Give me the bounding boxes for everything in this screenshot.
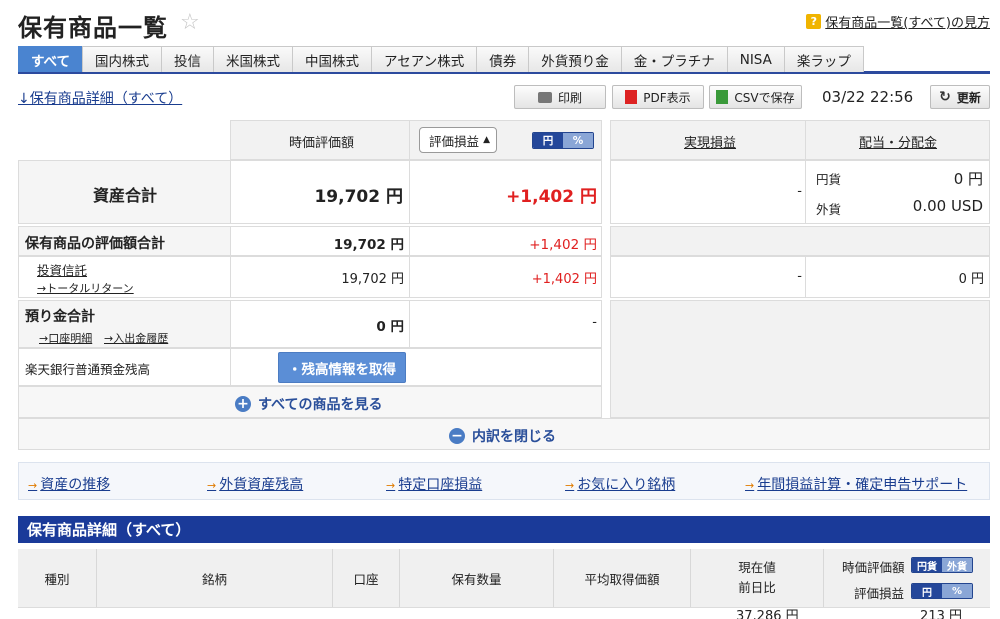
summary-header-realized: 実現損益 — [610, 120, 806, 160]
detail-anchor-link[interactable]: ↓保有商品詳細（すべて） — [18, 88, 182, 108]
updown-arrow-icon: ▲ — [483, 135, 490, 145]
minus-circle-icon: − — [449, 428, 465, 444]
tab-gold-platinum[interactable]: 金・プラチナ — [620, 46, 728, 72]
refresh-button[interactable]: ↻ 更新 — [930, 85, 990, 109]
star-icon[interactable]: ☆ — [180, 10, 200, 35]
see-all-link[interactable]: + すべての商品を見る — [235, 394, 382, 414]
timestamp: 03/22 22:56 — [822, 88, 914, 106]
total-assets-gain: +1,402 円 — [506, 187, 597, 207]
tab-fx-deposits[interactable]: 外貨預り金 — [528, 46, 622, 72]
toggle-percent[interactable]: % — [563, 133, 593, 148]
summary-header-dividend: 配当・分配金 — [805, 120, 990, 160]
col-value-gain: 時価評価額 円貨 外貨 評価損益 円 % — [824, 549, 990, 607]
holdings-total-gain-cell: +1,402 円 — [409, 226, 602, 256]
help-link-group[interactable]: ? 保有商品一覧(すべて)の見方 — [806, 12, 990, 31]
trust-dividend-cell: 0 円 — [805, 256, 990, 298]
bank-label-cell: 楽天銀行普通預金残高 — [18, 348, 231, 386]
realized-gain-link[interactable]: 実現損益 — [684, 132, 736, 151]
summary-header-market-value: 時価評価額 — [230, 120, 410, 160]
trust-realized-cell: - — [610, 256, 806, 298]
close-breakdown-link[interactable]: − 内訳を閉じる — [449, 426, 556, 446]
tab-asean-stocks[interactable]: アセアン株式 — [371, 46, 478, 72]
csv-button[interactable]: CSVで保存 — [709, 85, 802, 109]
deposit-label-cell: 預り金合計 →口座明細 →入出金履歴 — [18, 300, 231, 348]
holdings-total-value-cell: 19,702 円 — [230, 226, 410, 256]
tab-nisa[interactable]: NISA — [726, 46, 785, 72]
pdf-icon — [625, 90, 638, 104]
value-currency-toggle[interactable]: 円貨 外貨 — [911, 557, 973, 573]
trust-link[interactable]: 投資信託 — [37, 260, 87, 279]
link-specific-account[interactable]: → 特定口座損益 — [386, 474, 482, 494]
pdf-button[interactable]: PDF表示 — [612, 85, 704, 109]
holdings-total-empty — [610, 226, 990, 256]
total-assets-value: 19,702 円 — [314, 187, 403, 207]
trust-gain-cell: +1,402 円 — [409, 256, 602, 298]
printer-icon — [537, 91, 552, 103]
help-icon: ? — [806, 14, 822, 29]
unit-toggle[interactable]: 円 % — [532, 132, 594, 149]
col-price-change: 現在値 前日比 — [691, 549, 824, 607]
gain-unit-toggle[interactable]: 円 % — [911, 583, 973, 599]
see-all-row[interactable]: + すべての商品を見る — [18, 386, 602, 418]
deposit-empty-right — [610, 300, 990, 418]
csv-icon — [716, 90, 729, 104]
col-type: 種別 — [18, 549, 97, 607]
total-assets-value-cell: 19,702 円 — [230, 160, 410, 224]
col-account: 口座 — [333, 549, 400, 607]
link-fx-assets[interactable]: → 外貨資産残高 — [207, 474, 303, 494]
close-breakdown-row[interactable]: − 内訳を閉じる — [18, 418, 990, 450]
refresh-icon: ↻ — [939, 89, 951, 105]
tab-china-stocks[interactable]: 中国株式 — [292, 46, 373, 72]
link-tax-support[interactable]: → 年間損益計算・確定申告サポート — [745, 474, 967, 494]
holdings-total-label-cell: 保有商品の評価額合計 — [18, 226, 231, 256]
link-favorites[interactable]: → お気に入り銘柄 — [565, 474, 675, 494]
dividend-link[interactable]: 配当・分配金 — [859, 132, 937, 151]
print-button[interactable]: 印刷 — [514, 85, 606, 109]
account-detail-link[interactable]: →口座明細 — [39, 330, 92, 346]
page-title: 保有商品一覧 — [18, 14, 168, 42]
bank-fetch-cell: ・残高情報を取得 — [230, 348, 602, 386]
tab-investment-trusts[interactable]: 投信 — [161, 46, 215, 72]
trust-value-cell: 19,702 円 — [230, 256, 410, 298]
total-realized-cell: - — [610, 160, 806, 224]
total-assets-label: 資産合計 — [93, 186, 158, 205]
tab-us-stocks[interactable]: 米国株式 — [213, 46, 294, 72]
col-name: 銘柄 — [97, 549, 333, 607]
tab-domestic-stocks[interactable]: 国内株式 — [82, 46, 163, 72]
tab-all[interactable]: すべて — [18, 46, 84, 72]
tab-bar: すべて 国内株式 投信 米国株式 中国株式 アセアン株式 債券 外貨預り金 金・… — [18, 46, 990, 74]
table-row: 37,286 円 213 円 — [18, 607, 990, 619]
summary-corner — [18, 120, 230, 160]
total-return-link[interactable]: →トータルリターン — [37, 280, 134, 296]
detail-section-title: 保有商品詳細（すべて） — [18, 516, 990, 543]
deposit-value-cell: 0 円 — [230, 300, 410, 348]
help-link[interactable]: 保有商品一覧(すべて)の見方 — [825, 12, 990, 31]
summary-header-gain: 評価損益 ▲ 円 % — [409, 120, 602, 160]
trust-label-cell: 投資信託 →トータルリターン — [18, 256, 231, 298]
col-quantity: 保有数量 — [400, 549, 554, 607]
gain-type-select[interactable]: 評価損益 ▲ — [419, 127, 497, 153]
deposit-history-link[interactable]: →入出金履歴 — [104, 330, 168, 346]
tab-bonds[interactable]: 債券 — [476, 46, 530, 72]
total-assets-label-cell: 資産合計 — [18, 160, 231, 224]
col-avg-cost: 平均取得価額 — [554, 549, 691, 607]
quick-links-bar: → 資産の推移 → 外貨資産残高 → 特定口座損益 → お気に入り銘柄 → 年間損益計算・… — [18, 462, 990, 500]
fetch-balance-button[interactable]: ・残高情報を取得 — [278, 352, 406, 383]
tab-rakuwrap[interactable]: 楽ラップ — [783, 46, 864, 72]
deposit-gain-cell: - — [409, 300, 602, 348]
total-dividend-cell: 円貨 0 円 外貨 0.00 USD — [805, 160, 990, 224]
total-assets-gain-cell: +1,402 円 — [409, 160, 602, 224]
link-asset-history[interactable]: → 資産の推移 — [28, 474, 110, 494]
toggle-yen[interactable]: 円 — [533, 133, 563, 148]
plus-circle-icon: + — [235, 396, 251, 412]
